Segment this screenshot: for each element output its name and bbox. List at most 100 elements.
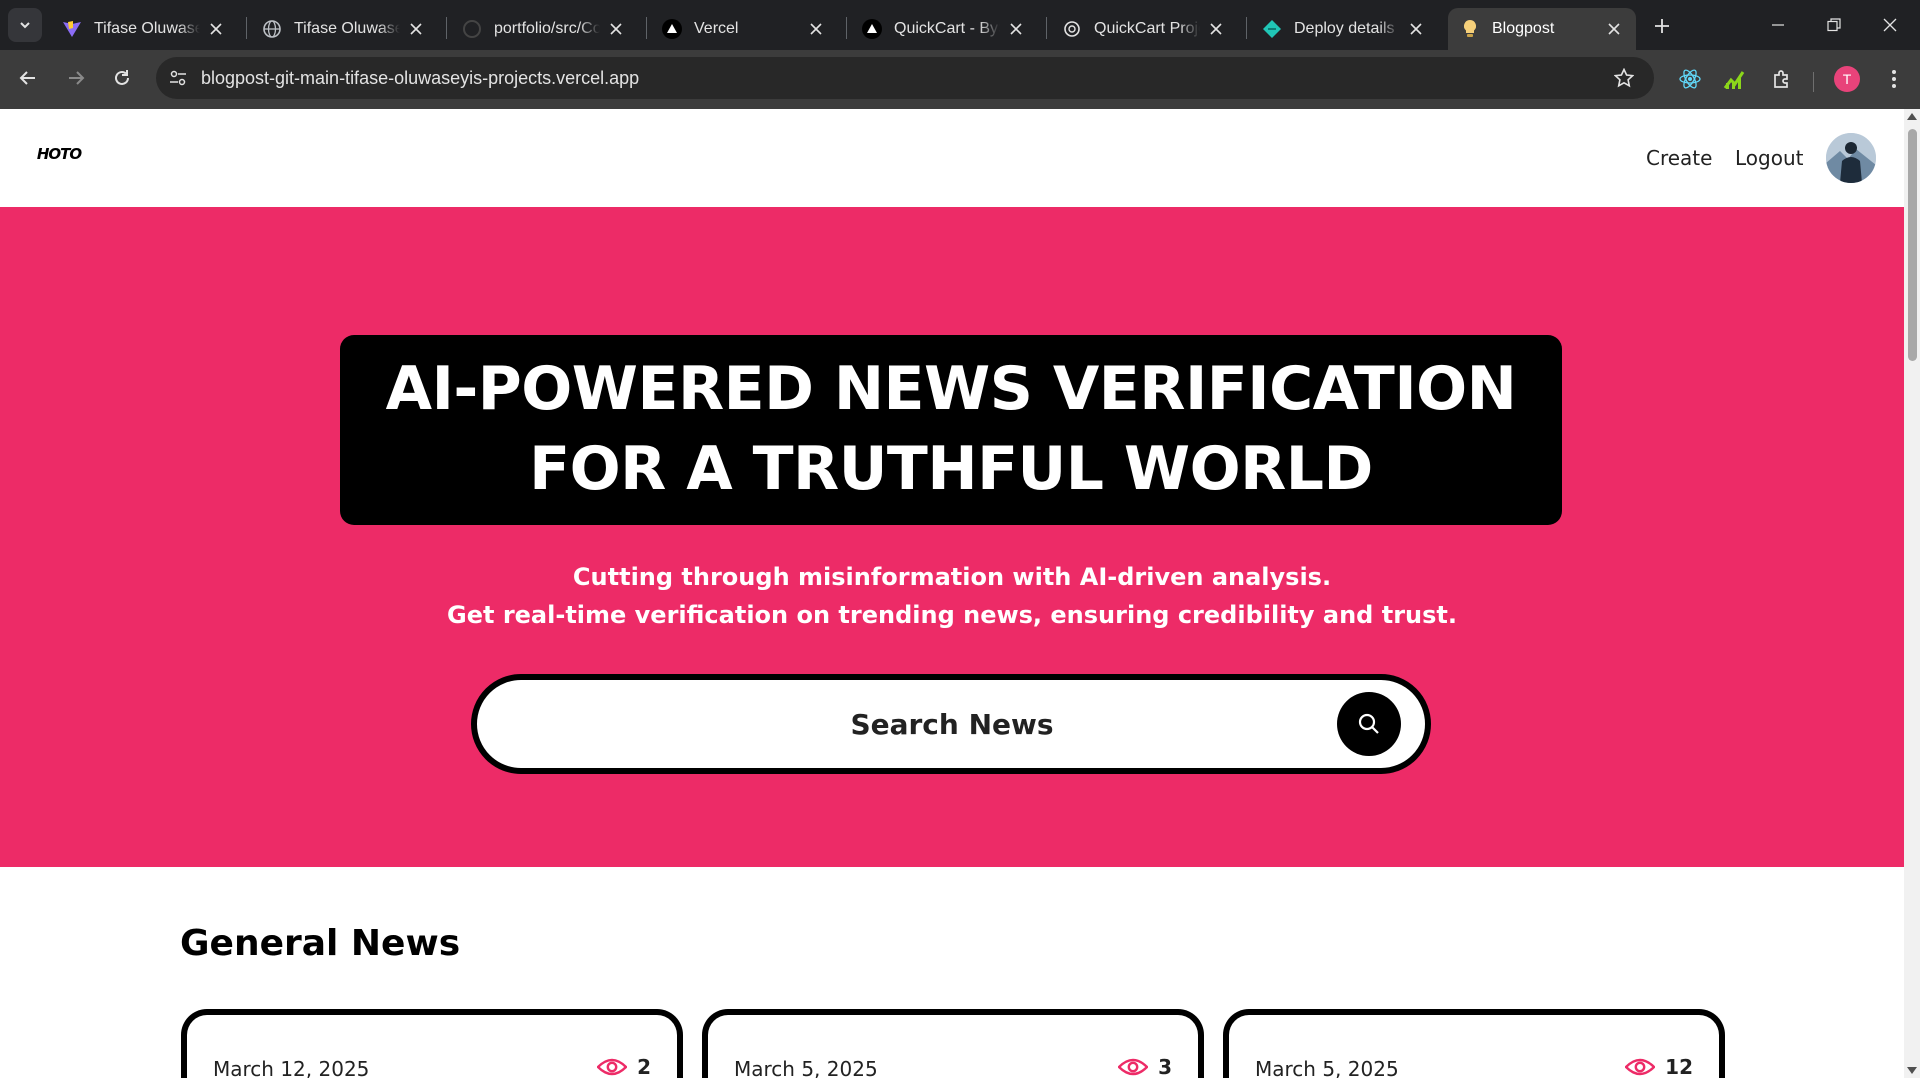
news-card-views: 2 (597, 1055, 651, 1078)
view-count: 12 (1665, 1055, 1693, 1078)
view-count: 3 (1158, 1055, 1172, 1078)
browser-tab-strip: Tifase Oluwaseyi Tifase Oluwaseyi portfo… (0, 0, 1920, 50)
browser-toolbar: blogpost-git-main-tifase-oluwaseyis-proj… (0, 50, 1920, 109)
toolbar-divider (1813, 72, 1814, 92)
news-card-views: 3 (1118, 1055, 1172, 1078)
tab-4[interactable]: QuickCart - BySm (850, 8, 1038, 50)
site-logo[interactable]: HOTO (26, 121, 92, 187)
vite-icon (62, 19, 82, 39)
vercel-icon (862, 19, 882, 39)
scroll-up-arrow-icon[interactable] (1907, 113, 1917, 120)
vercel-icon (662, 19, 682, 39)
logout-link[interactable]: Logout (1735, 146, 1803, 170)
restore-icon (1827, 18, 1841, 32)
search-news-input[interactable] (497, 680, 1287, 768)
profile-avatar-button[interactable]: T (1834, 66, 1860, 92)
tab-0[interactable]: Tifase Oluwaseyi (50, 8, 238, 50)
news-card-date: March 5, 2025 (1255, 1057, 1399, 1078)
bookmark-star-icon[interactable] (1612, 66, 1636, 90)
close-icon (1883, 18, 1897, 32)
news-card-date: March 12, 2025 (213, 1057, 370, 1078)
tab-divider (246, 17, 247, 39)
lightbulb-icon (1460, 19, 1480, 39)
arrow-right-icon (69, 71, 85, 85)
scrollbar-thumb[interactable] (1908, 129, 1917, 361)
url-text[interactable]: blogpost-git-main-tifase-oluwaseyis-proj… (201, 68, 639, 89)
news-card-views: 12 (1625, 1055, 1693, 1078)
restore-button[interactable] (1806, 8, 1862, 42)
hero-section: AI-POWERED NEWS VERIFICATION FOR A TRUTH… (0, 207, 1904, 867)
tab-title: Tifase Oluwaseyi (94, 20, 200, 37)
extensions-puzzle-icon[interactable] (1768, 65, 1796, 93)
search-icon (1358, 713, 1379, 734)
page-viewport: HOTO Create Logout AI-POWERED NEWS VERIF… (0, 109, 1904, 1078)
tab-1[interactable]: Tifase Oluwaseyi (250, 8, 438, 50)
close-icon[interactable] (1604, 19, 1624, 39)
forward-button[interactable] (58, 60, 94, 96)
page-scrollbar[interactable] (1904, 109, 1920, 1078)
close-icon[interactable] (1006, 19, 1026, 39)
hero-headline-box: AI-POWERED NEWS VERIFICATION FOR A TRUTH… (340, 335, 1562, 525)
openai-icon (1062, 19, 1082, 39)
tab-2[interactable]: portfolio/src/Com (450, 8, 638, 50)
tab-5[interactable]: QuickCart Projec (1050, 8, 1238, 50)
eye-icon (597, 1058, 628, 1076)
view-count: 2 (637, 1055, 651, 1078)
close-icon[interactable] (1206, 19, 1226, 39)
search-button[interactable] (1337, 692, 1401, 756)
new-tab-button[interactable] (1648, 12, 1676, 40)
scroll-down-arrow-icon[interactable] (1907, 1067, 1917, 1074)
site-header: HOTO Create Logout (0, 109, 1904, 207)
eye-icon (1625, 1058, 1656, 1076)
eye-icon (1118, 1058, 1149, 1076)
arrow-left-icon (19, 71, 35, 85)
tab-3[interactable]: Vercel (650, 8, 838, 50)
tab-title: QuickCart Projec (1094, 20, 1200, 37)
reload-button[interactable] (104, 60, 140, 96)
address-bar[interactable]: blogpost-git-main-tifase-oluwaseyis-proj… (156, 57, 1654, 99)
hero-headline-line1: AI-POWERED NEWS VERIFICATION (385, 354, 1517, 424)
chevron-down-icon (20, 22, 30, 29)
close-icon[interactable] (1406, 19, 1426, 39)
tab-6[interactable]: Deploy details | N (1250, 8, 1438, 50)
tab-search-button[interactable] (8, 8, 42, 42)
tab-title: QuickCart - BySm (894, 20, 1000, 37)
hero-subtitle-line1: Cutting through misinformation with AI-d… (572, 563, 1332, 591)
tab-title: Deploy details | N (1294, 20, 1400, 37)
tab-divider (1046, 17, 1047, 39)
news-card[interactable]: March 12, 2025 2 (181, 1009, 683, 1078)
news-search-bar (471, 674, 1431, 774)
news-card-date: March 5, 2025 (734, 1057, 878, 1078)
tab-divider (646, 17, 647, 39)
news-card[interactable]: March 5, 2025 3 (702, 1009, 1204, 1078)
hero-subtitle-line2: Get real-time verification on trending n… (447, 601, 1457, 629)
github-icon (462, 19, 482, 39)
menu-kebab-icon[interactable] (1880, 65, 1908, 93)
plus-icon (1655, 19, 1669, 33)
tab-title: portfolio/src/Com (494, 20, 600, 37)
netlify-icon (1262, 19, 1282, 39)
close-icon[interactable] (806, 19, 826, 39)
hero-headline-line2: FOR A TRUTHFUL WORLD (529, 434, 1373, 504)
tab-title: Vercel (694, 20, 739, 37)
close-window-button[interactable] (1862, 8, 1918, 42)
tab-title: Tifase Oluwaseyi (294, 20, 400, 37)
globe-icon (262, 19, 282, 39)
close-icon[interactable] (206, 19, 226, 39)
analytics-extension-icon[interactable] (1720, 65, 1748, 93)
tab-7-active[interactable]: Blogpost (1448, 8, 1636, 50)
tab-divider (846, 17, 847, 39)
minimize-button[interactable] (1750, 8, 1806, 42)
site-info-icon[interactable] (166, 66, 190, 90)
back-button[interactable] (10, 60, 46, 96)
news-card[interactable]: March 5, 2025 12 (1223, 1009, 1725, 1078)
close-icon[interactable] (406, 19, 426, 39)
tab-divider (1246, 17, 1247, 39)
react-devtools-extension-icon[interactable] (1676, 65, 1704, 93)
create-link[interactable]: Create (1646, 146, 1712, 170)
minimize-icon (1772, 24, 1784, 26)
close-icon[interactable] (606, 19, 626, 39)
user-avatar[interactable] (1826, 133, 1876, 183)
section-title: General News (180, 923, 461, 964)
user-photo-icon (1826, 133, 1876, 183)
